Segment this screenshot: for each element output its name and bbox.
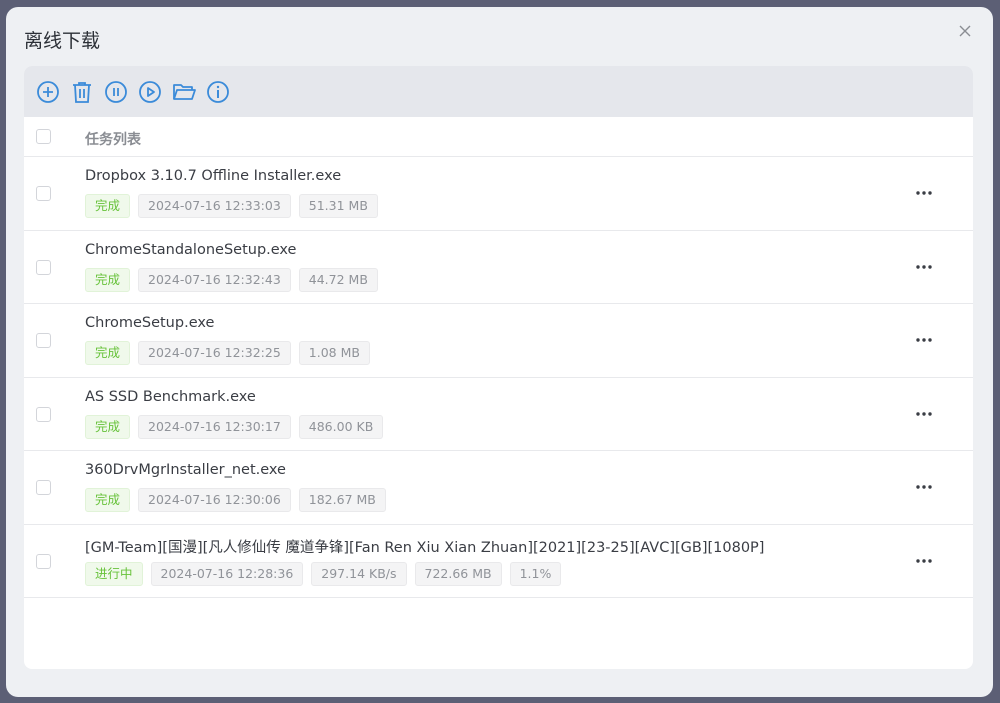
task-name: ChromeSetup.exe	[85, 315, 215, 331]
play-icon[interactable]	[137, 79, 163, 105]
timestamp-tag: 2024-07-16 12:30:06	[138, 488, 291, 512]
task-row[interactable]: ChromeStandaloneSetup.exe 完成 2024-07-16 1…	[24, 231, 973, 304]
size-tag: 44.72 MB	[298, 267, 378, 292]
task-tags: 完成 2024-07-16 12:32:43 44.72 MB	[85, 267, 378, 292]
task-row[interactable]: [GM-Team][国漫][凡人修仙传 魔道争锋][Fan Ren Xiu Xi…	[24, 525, 973, 598]
offline-download-dialog: 离线下载 任务列表 Dropbox 3.10.7 Offline Install…	[6, 7, 993, 697]
progress-tag: 1.1%	[509, 561, 562, 586]
select-all-checkbox[interactable]	[36, 129, 51, 144]
task-checkbox[interactable]	[36, 406, 51, 422]
list-header-label: 任务列表	[85, 132, 141, 148]
timestamp-tag: 2024-07-16 12:30:17	[138, 414, 291, 439]
task-tags: 完成 2024-07-16 12:33:03 51.31 MB	[85, 194, 378, 218]
task-tags: 完成 2024-07-16 12:32:25 1.08 MB	[85, 341, 370, 365]
dialog-title: 离线下载	[24, 30, 101, 52]
trash-icon[interactable]	[69, 79, 95, 105]
toolbar	[24, 66, 973, 117]
size-tag: 182.67 MB	[298, 488, 386, 512]
speed-tag: 297.14 KB/s	[311, 561, 407, 586]
task-tags: 完成 2024-07-16 12:30:06 182.67 MB	[85, 488, 386, 512]
task-row[interactable]: ChromeSetup.exe 完成 2024-07-16 12:32:25 1.0…	[24, 304, 973, 378]
timestamp-tag: 2024-07-16 12:32:25	[138, 341, 291, 365]
add-circle-icon[interactable]	[35, 79, 61, 105]
status-badge: 完成	[85, 341, 131, 365]
pause-icon[interactable]	[103, 79, 129, 105]
close-icon[interactable]	[957, 23, 973, 39]
task-name: 360DrvMgrInstaller_net.exe	[85, 462, 286, 478]
task-checkbox[interactable]	[36, 186, 51, 201]
task-checkbox[interactable]	[36, 553, 51, 569]
status-badge: 完成	[85, 414, 131, 439]
status-badge: 完成	[85, 488, 131, 512]
size-tag: 51.31 MB	[298, 194, 378, 218]
more-icon[interactable]	[915, 478, 933, 496]
more-icon[interactable]	[915, 331, 933, 349]
task-checkbox[interactable]	[36, 259, 51, 275]
more-icon[interactable]	[915, 258, 933, 276]
task-name: [GM-Team][国漫][凡人修仙传 魔道争锋][Fan Ren Xiu Xi…	[85, 539, 765, 556]
more-icon[interactable]	[915, 184, 933, 202]
more-icon[interactable]	[915, 405, 933, 423]
task-name: Dropbox 3.10.7 Offline Installer.exe	[85, 168, 342, 184]
task-name: ChromeStandaloneSetup.exe	[85, 241, 297, 258]
size-tag: 722.66 MB	[414, 561, 502, 586]
status-badge: 完成	[85, 194, 131, 218]
status-badge: 进行中	[85, 561, 143, 586]
task-row[interactable]: 360DrvMgrInstaller_net.exe 完成 2024-07-16 …	[24, 451, 973, 525]
task-list: Dropbox 3.10.7 Offline Installer.exe 完成 2…	[24, 157, 973, 598]
task-row[interactable]: Dropbox 3.10.7 Offline Installer.exe 完成 2…	[24, 157, 973, 231]
list-header: 任务列表	[24, 117, 973, 157]
timestamp-tag: 2024-07-16 12:33:03	[138, 194, 291, 218]
task-panel: 任务列表 Dropbox 3.10.7 Offline Installer.ex…	[24, 66, 973, 669]
timestamp-tag: 2024-07-16 12:28:36	[150, 561, 304, 586]
task-checkbox[interactable]	[36, 333, 51, 348]
task-checkbox[interactable]	[36, 480, 51, 495]
task-row[interactable]: AS SSD Benchmark.exe 完成 2024-07-16 12:30:…	[24, 378, 973, 451]
status-badge: 完成	[85, 267, 131, 292]
folder-open-icon[interactable]	[171, 79, 197, 105]
timestamp-tag: 2024-07-16 12:32:43	[138, 267, 291, 292]
task-tags: 完成 2024-07-16 12:30:17 486.00 KB	[85, 414, 384, 439]
size-tag: 1.08 MB	[298, 341, 370, 365]
more-icon[interactable]	[915, 552, 933, 570]
info-icon[interactable]	[205, 79, 231, 105]
task-name: AS SSD Benchmark.exe	[85, 388, 256, 405]
size-tag: 486.00 KB	[298, 414, 384, 439]
task-tags: 进行中 2024-07-16 12:28:36 297.14 KB/s 722.66 …	[85, 561, 562, 586]
